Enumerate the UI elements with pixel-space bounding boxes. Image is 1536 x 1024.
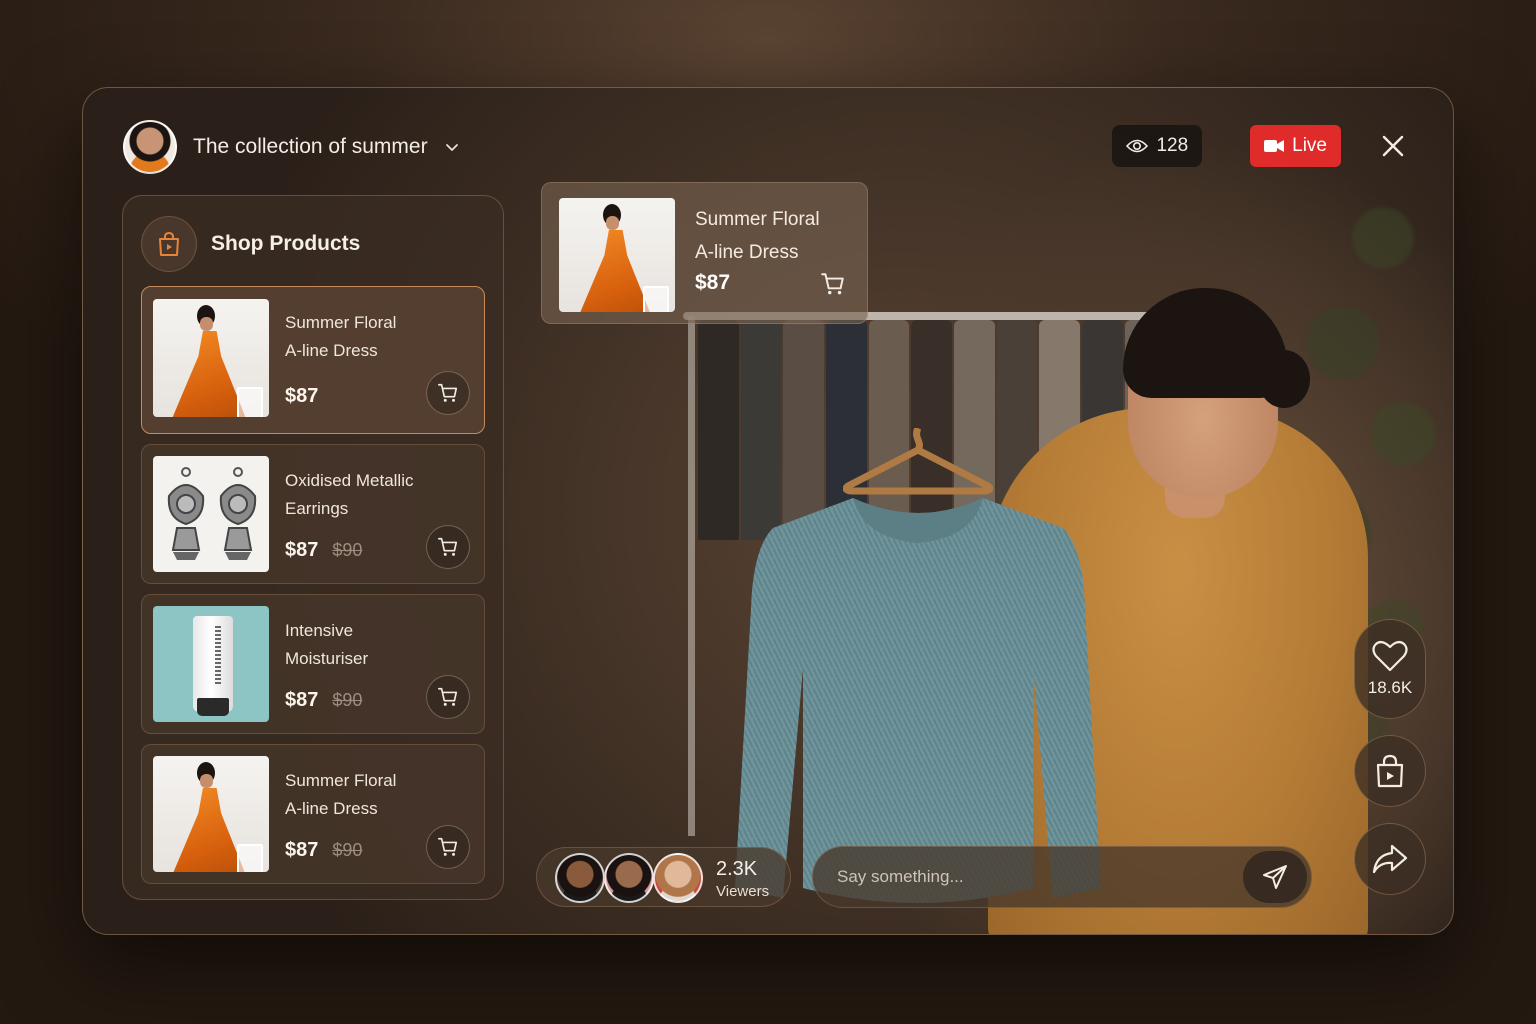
heart-icon xyxy=(1372,640,1408,672)
send-icon xyxy=(1263,865,1287,889)
product-name: Summer Floral A-line Dress xyxy=(285,313,397,360)
add-to-cart-button[interactable] xyxy=(426,371,470,415)
stream-controls: 128 Live xyxy=(1112,125,1413,167)
chat-input[interactable] xyxy=(837,847,1237,907)
product-thumbnail xyxy=(153,456,269,572)
product-old-price: $90 xyxy=(332,690,363,710)
viewer-count-badge: 128 xyxy=(1112,125,1203,167)
like-count: 18.6K xyxy=(1367,678,1413,697)
shop-products-panel: Shop Products Summer Floral A-line Dress… xyxy=(122,195,504,900)
product-name: Summer Floral A-line Dress xyxy=(285,771,397,818)
product-price: $87 xyxy=(285,689,319,711)
product-thumbnail xyxy=(153,299,269,417)
viewer-avatar xyxy=(555,853,605,903)
shopping-bag-icon xyxy=(159,231,179,256)
live-label: Live xyxy=(1292,135,1327,156)
viewer-count: 128 xyxy=(1156,135,1189,156)
add-to-cart-button[interactable] xyxy=(426,825,470,869)
shop-icon-button[interactable] xyxy=(141,216,197,272)
product-old-price: $90 xyxy=(332,540,363,560)
add-to-cart-button[interactable] xyxy=(426,525,470,569)
close-icon xyxy=(1382,135,1404,157)
product-card[interactable]: Oxidised Metallic Earrings $87 $90 xyxy=(141,444,485,584)
stream-header: The collection of summer xyxy=(123,120,460,174)
video-camera-icon xyxy=(1264,140,1285,152)
featured-product-price: $87 xyxy=(695,271,731,294)
featured-product-thumbnail xyxy=(559,198,675,312)
cart-icon xyxy=(438,537,458,556)
product-name: Oxidised Metallic Earrings xyxy=(285,471,414,518)
shop-bag-button[interactable] xyxy=(1354,735,1426,807)
cart-icon xyxy=(438,837,458,856)
host-avatar[interactable] xyxy=(123,120,177,174)
product-thumbnail xyxy=(153,756,269,872)
product-price: $87 xyxy=(285,385,319,407)
product-card[interactable]: Summer Floral A-line Dress $87 xyxy=(141,286,485,434)
product-old-price: $90 xyxy=(332,840,363,860)
add-to-cart-button[interactable] xyxy=(426,675,470,719)
cart-icon xyxy=(438,383,458,402)
viewer-avatar xyxy=(604,853,654,903)
collection-title[interactable]: The collection of summer xyxy=(193,135,428,159)
cart-icon xyxy=(438,687,458,706)
product-card[interactable]: Intensive Moisturiser $87 $90 xyxy=(141,594,485,734)
share-button[interactable] xyxy=(1354,823,1426,895)
product-price: $87 xyxy=(285,839,319,861)
viewers-count: 2.3K xyxy=(716,858,758,880)
product-name: Intensive Moisturiser xyxy=(285,621,369,668)
featured-product-card[interactable]: Summer Floral A-line Dress $87 xyxy=(541,182,868,324)
viewer-avatar xyxy=(653,853,703,903)
shop-title: Shop Products xyxy=(211,232,361,255)
cart-icon[interactable] xyxy=(820,271,846,297)
product-card[interactable]: Summer Floral A-line Dress $87 $90 xyxy=(141,744,485,884)
featured-product-name: Summer Floral A-line Dress xyxy=(695,209,820,263)
viewers-label: Viewers xyxy=(716,883,770,900)
shop-header: Shop Products xyxy=(141,216,360,272)
share-arrow-icon xyxy=(1372,844,1408,874)
eye-icon xyxy=(1126,139,1149,153)
viewers-summary[interactable]: 2.3K Viewers xyxy=(536,847,791,907)
live-badge: Live xyxy=(1250,125,1341,167)
live-stream-window: The collection of summer 128 Live Shop P… xyxy=(82,87,1454,935)
product-thumbnail xyxy=(153,606,269,722)
like-button[interactable]: 18.6K xyxy=(1354,619,1426,719)
chat-bar xyxy=(812,846,1312,908)
chevron-down-icon[interactable] xyxy=(444,139,460,155)
close-button[interactable] xyxy=(1373,126,1413,166)
send-button[interactable] xyxy=(1243,851,1307,903)
shopping-bag-icon xyxy=(1376,754,1404,788)
product-price: $87 xyxy=(285,539,319,561)
